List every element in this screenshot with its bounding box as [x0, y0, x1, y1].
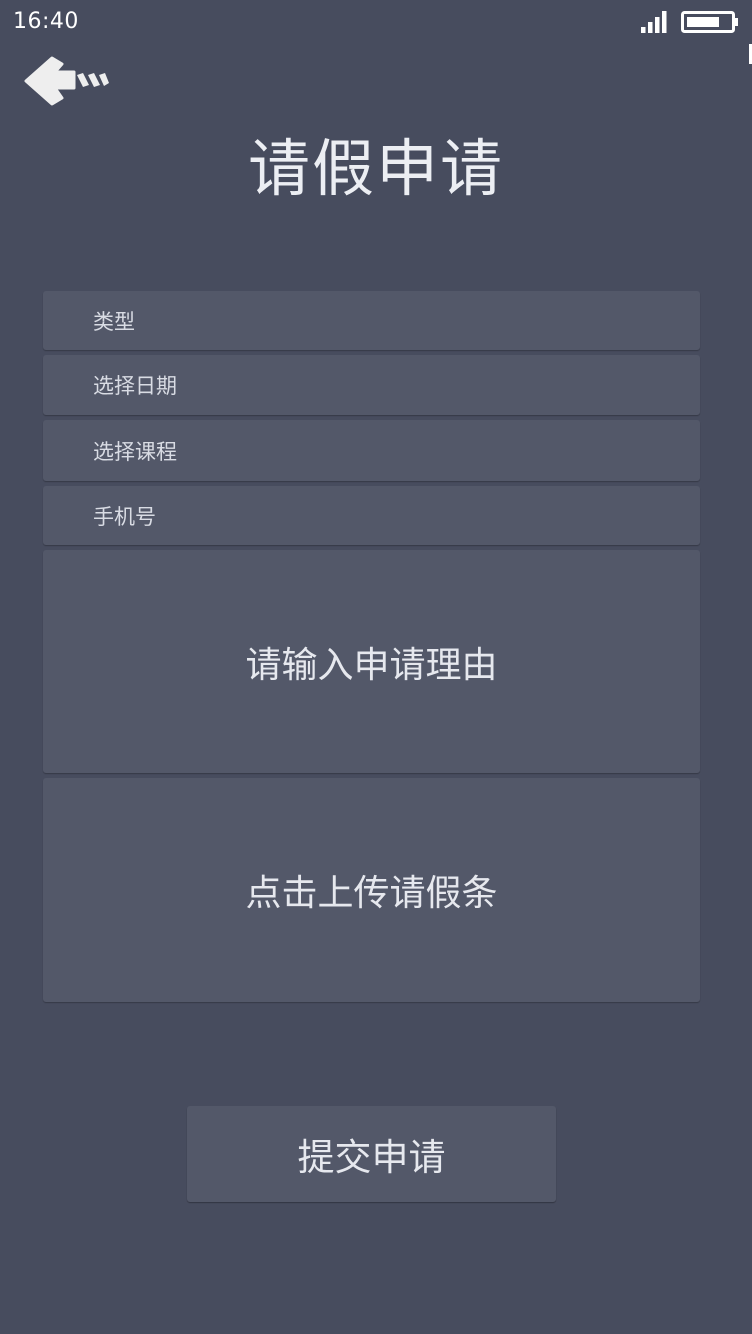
- date-label: 选择日期: [93, 374, 177, 398]
- status-time: 16:40: [13, 9, 79, 34]
- signal-icon: [641, 11, 667, 33]
- type-label: 类型: [93, 309, 135, 334]
- status-bar: 16:40: [0, 0, 752, 64]
- course-label: 选择课程: [93, 439, 177, 464]
- back-button[interactable]: [22, 52, 110, 112]
- type-select[interactable]: 类型: [43, 291, 700, 350]
- reason-placeholder: 请输入申请理由: [245, 644, 498, 686]
- phone-field[interactable]: 手机号: [43, 486, 700, 545]
- upload-label: 点击上传请假条: [245, 873, 498, 914]
- reason-textarea[interactable]: 请输入申请理由: [43, 550, 700, 773]
- upload-leave-note[interactable]: 点击上传请假条: [43, 778, 700, 1002]
- back-arrow-icon: [24, 56, 109, 106]
- page-title: 请假申请: [247, 132, 504, 205]
- submit-button[interactable]: 提交申请: [187, 1106, 556, 1202]
- battery-icon: [681, 11, 738, 33]
- phone-label: 手机号: [93, 504, 156, 529]
- course-select[interactable]: 选择课程: [43, 420, 700, 481]
- date-select[interactable]: 选择日期: [43, 355, 700, 415]
